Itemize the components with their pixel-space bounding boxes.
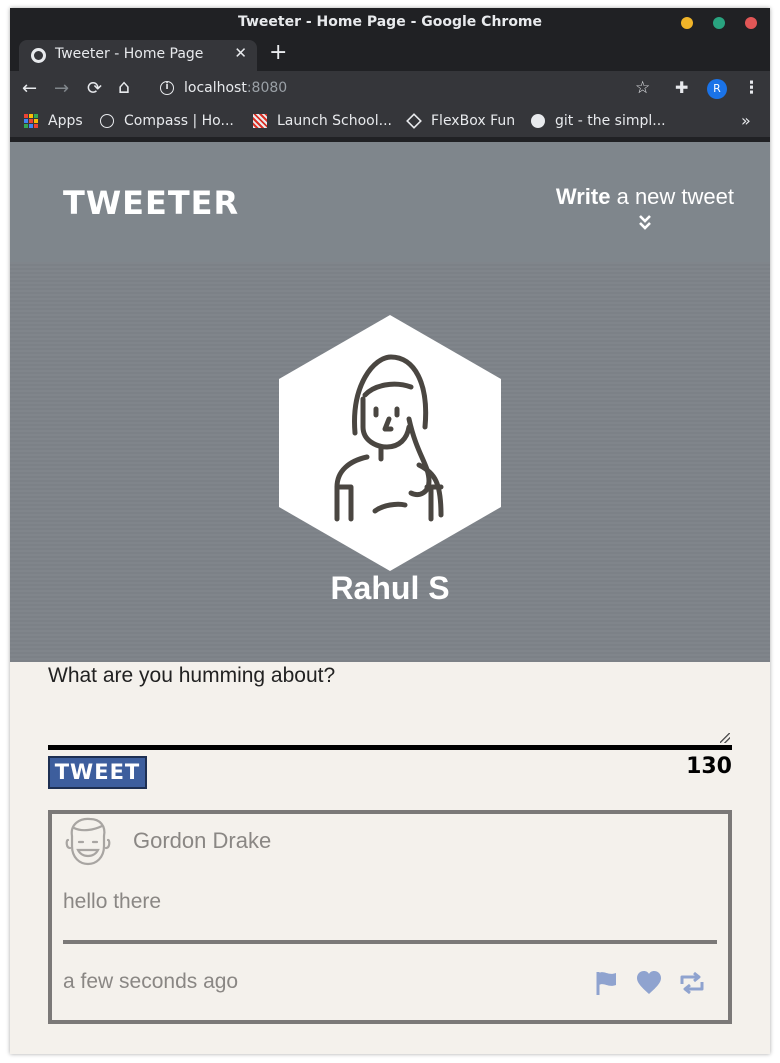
close-tab-icon[interactable]: ✕ (234, 44, 247, 62)
address-bar[interactable]: i localhost:8080 (150, 74, 660, 104)
tweet-card: Gordon Drake hello there a few seconds a… (48, 810, 732, 1024)
forward-arrow-icon[interactable]: → (54, 78, 69, 99)
profile-avatar-hexagon (279, 315, 501, 571)
compose-label-bold: Write (555, 184, 611, 209)
bookmark-flexbox-fun[interactable]: FlexBox Fun (406, 113, 516, 129)
tweet-placeholder: What are you humming about? (48, 664, 336, 687)
bookmark-launch-school[interactable]: Launch School... (253, 113, 392, 129)
bookmarks-overflow-icon[interactable]: » (741, 111, 751, 130)
new-tab-button[interactable]: + (269, 40, 287, 65)
tweet-actions (594, 970, 704, 996)
site-header: TWEETER Write a new tweet (10, 142, 770, 262)
title-bar: Tweeter - Home Page - Google Chrome (10, 8, 770, 38)
browser-toolbar: ← → ⟳ ⌂ i localhost:8080 ☆ ✚ R ⋮ (10, 71, 770, 107)
tweet-button[interactable]: TWEET (48, 756, 147, 789)
profile-avatar[interactable]: R (707, 79, 727, 99)
bookmark-label: Compass | Ho... (124, 113, 234, 129)
extensions-puzzle-icon[interactable]: ✚ (675, 78, 688, 97)
back-arrow-icon[interactable]: ← (22, 78, 37, 99)
tweet-divider (63, 940, 717, 944)
url-text[interactable]: localhost:8080 (184, 80, 287, 96)
codepen-icon (406, 113, 422, 129)
character-counter: 130 (686, 754, 732, 779)
double-chevron-down-icon[interactable] (638, 214, 652, 231)
retweet-icon[interactable] (678, 970, 704, 996)
compose-label-rest: a new tweet (610, 184, 734, 209)
compass-icon (100, 114, 114, 128)
bookmarks-bar: Apps Compass | Ho... Launch School... Fl… (10, 107, 770, 137)
profile-banner: Rahul S (10, 262, 770, 662)
web-page: TWEETER Write a new tweet Rahul S What a… (10, 142, 770, 1054)
tab-tweeter[interactable]: Tweeter - Home Page ✕ (19, 40, 257, 71)
browser-window: Tweeter - Home Page - Google Chrome Twee… (10, 8, 770, 1054)
globe-icon (31, 48, 46, 63)
flag-icon[interactable] (594, 970, 620, 996)
home-icon[interactable]: ⌂ (118, 76, 130, 98)
kebab-menu-icon[interactable]: ⋮ (743, 78, 760, 98)
tab-strip: Tweeter - Home Page ✕ + (10, 38, 770, 71)
info-icon[interactable]: i (160, 81, 174, 95)
maximize-button[interactable] (713, 17, 725, 29)
bookmark-label: FlexBox Fun (431, 113, 516, 129)
tweet-timestamp: a few seconds ago (63, 970, 239, 993)
tweet-textarea[interactable]: What are you humming about? (48, 662, 732, 750)
close-window-button[interactable] (745, 17, 757, 29)
heart-icon[interactable] (636, 970, 662, 996)
bookmark-label: git - the simpl... (555, 113, 666, 129)
tweet-submit-row: TWEET 130 (48, 750, 732, 790)
bookmark-label: Launch School... (277, 113, 392, 129)
new-tweet-form: What are you humming about? TWEET 130 (48, 662, 732, 790)
resize-handle[interactable] (720, 733, 730, 743)
minimize-button[interactable] (681, 17, 693, 29)
url-host: localhost (184, 80, 247, 96)
compose-toggle[interactable]: Write a new tweet (555, 184, 734, 230)
bookmark-git[interactable]: git - the simpl... (531, 113, 666, 129)
apps-grid-icon (24, 114, 38, 128)
tweet-text: hello there (63, 890, 162, 913)
launch-school-icon (253, 114, 267, 128)
bookmark-apps[interactable]: Apps (24, 113, 83, 129)
globe-icon (531, 114, 545, 128)
bookmark-label: Apps (48, 113, 83, 129)
bookmark-compass[interactable]: Compass | Ho... (100, 113, 234, 129)
url-port: :8080 (246, 80, 288, 96)
site-logo: TWEETER (63, 184, 240, 222)
user-avatar-icon (64, 816, 112, 868)
profile-name: Rahul S (330, 570, 450, 606)
tweet-author-name: Gordon Drake (133, 828, 272, 853)
bookmark-star-icon[interactable]: ☆ (635, 78, 650, 98)
window-title: Tweeter - Home Page - Google Chrome (237, 14, 543, 30)
tab-title: Tweeter - Home Page (55, 46, 204, 62)
reload-icon[interactable]: ⟳ (87, 78, 102, 99)
